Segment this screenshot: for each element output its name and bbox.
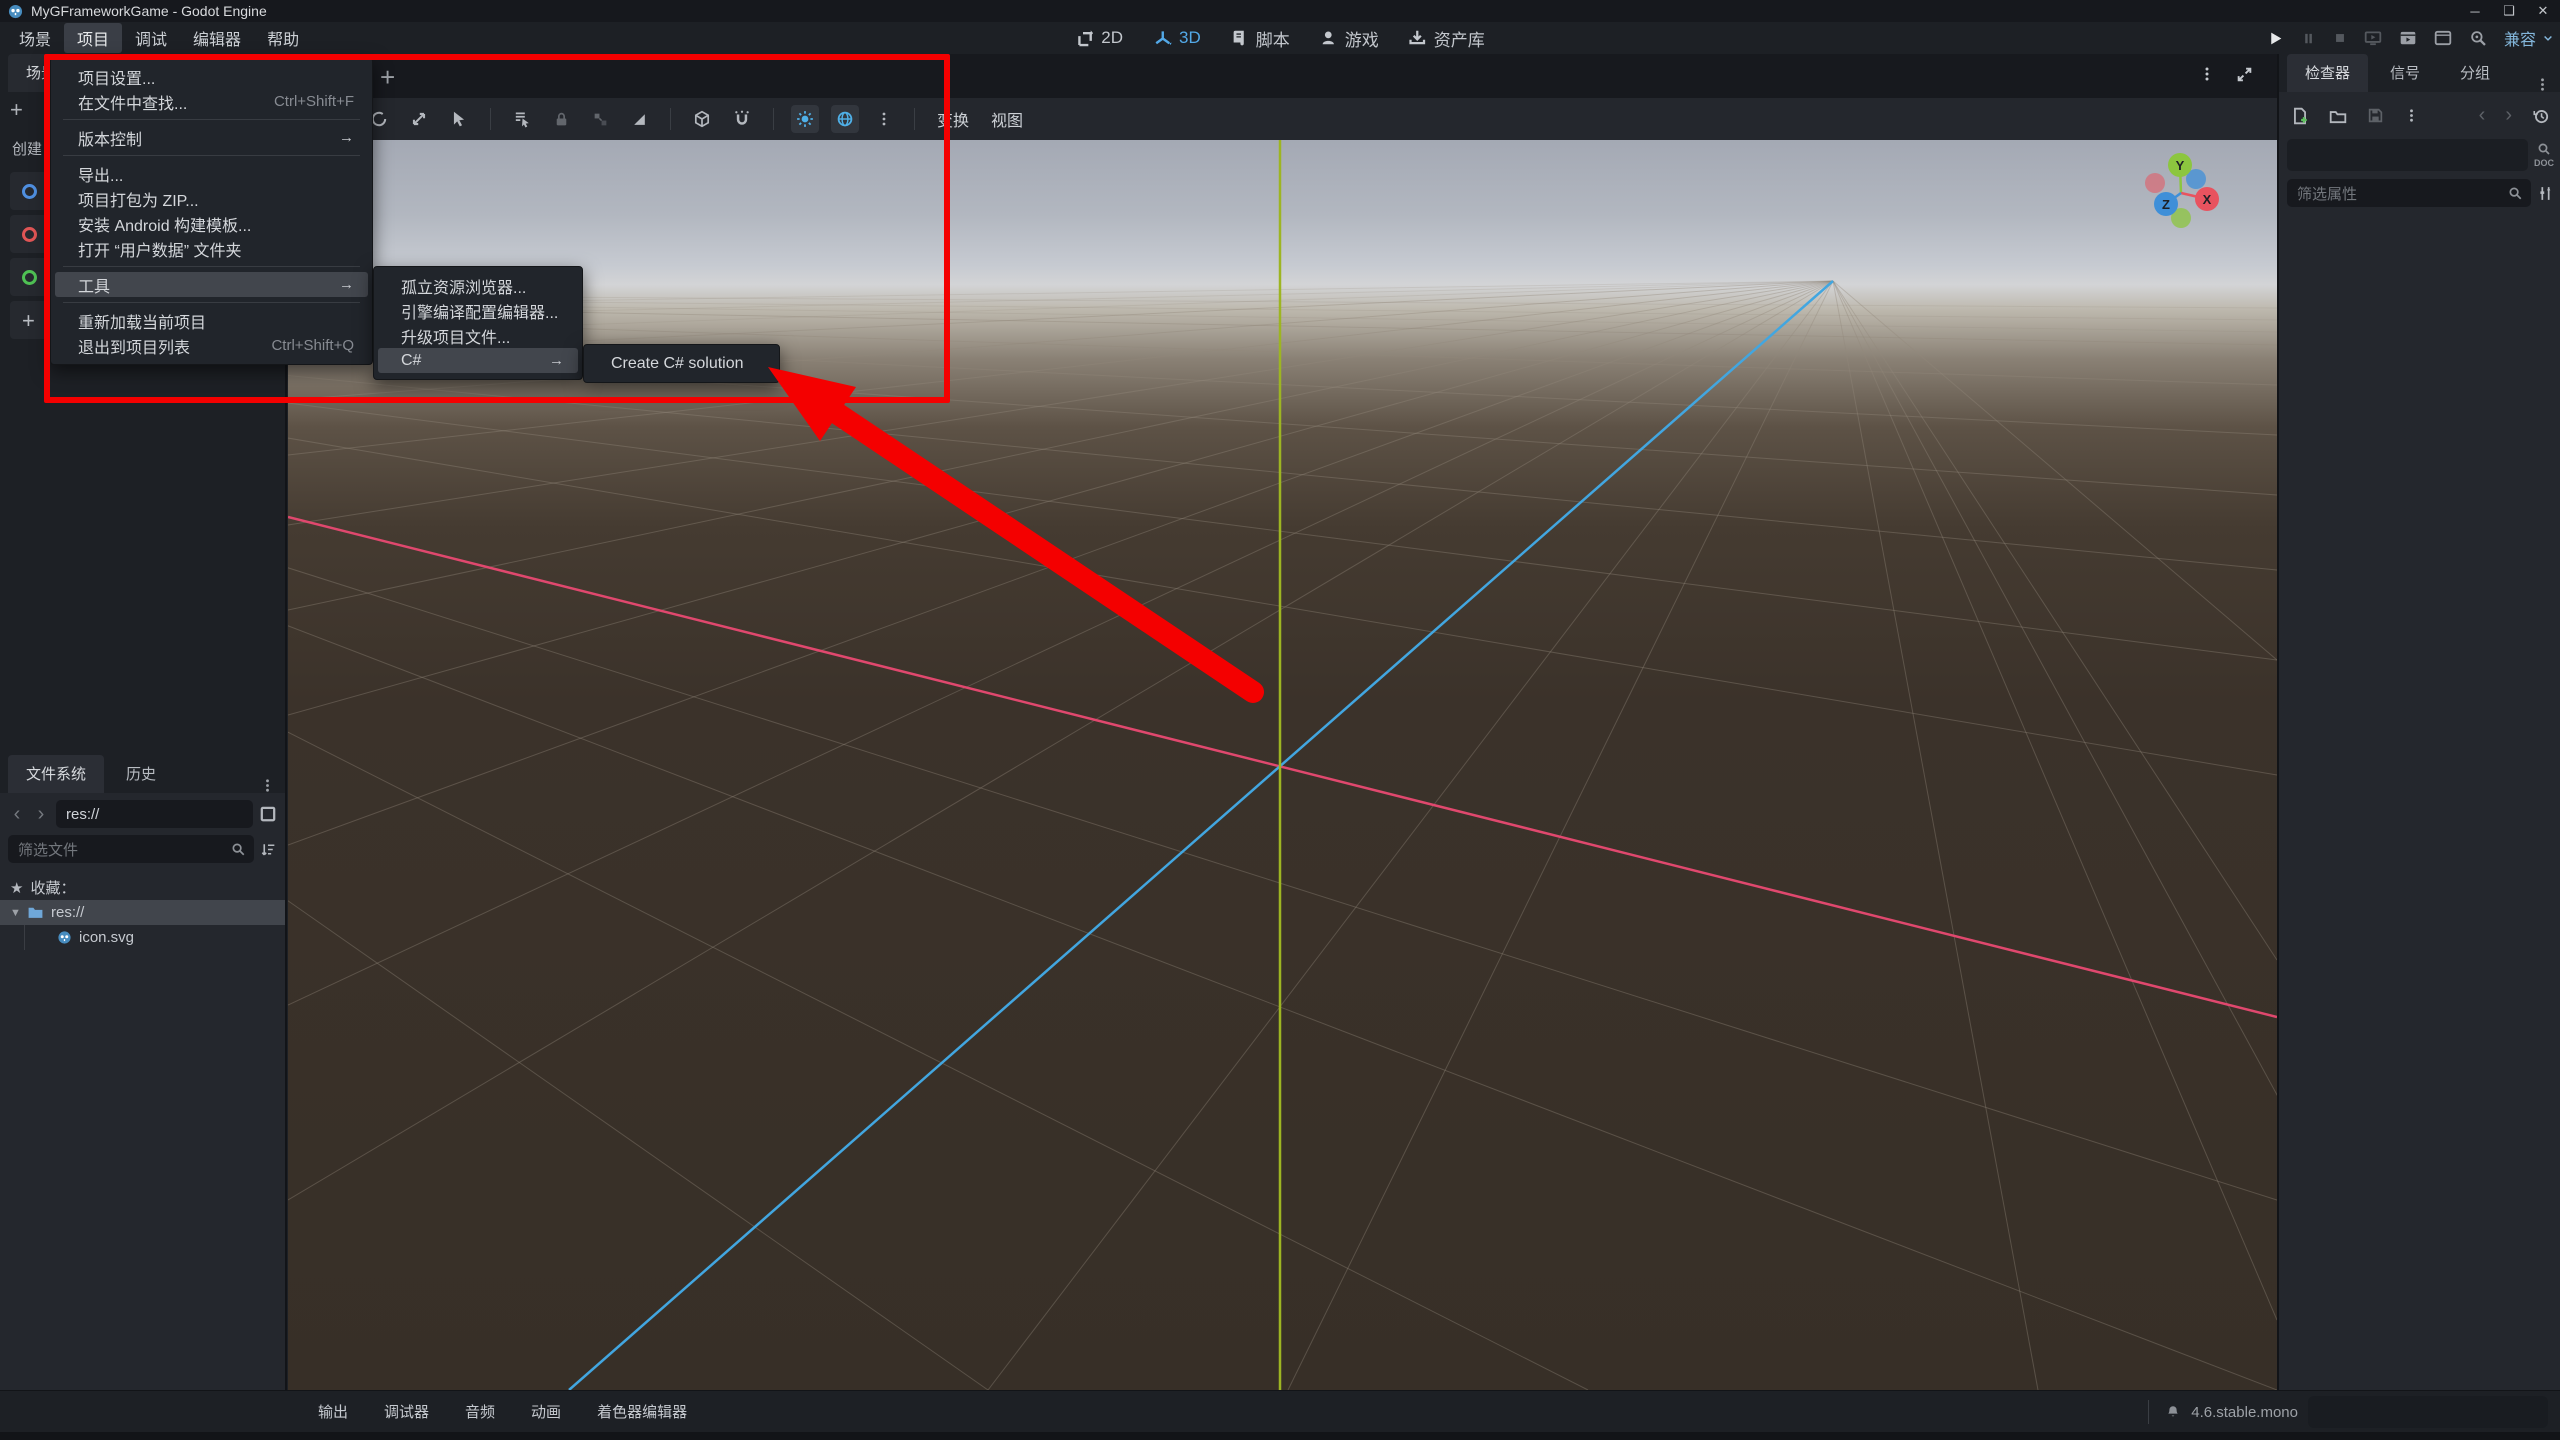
annotation-arrow bbox=[768, 367, 1264, 703]
godot-editor-window: MyGFrameworkGame - Godot Engine ─ ❑ ✕ 场景… bbox=[0, 0, 2560, 1440]
